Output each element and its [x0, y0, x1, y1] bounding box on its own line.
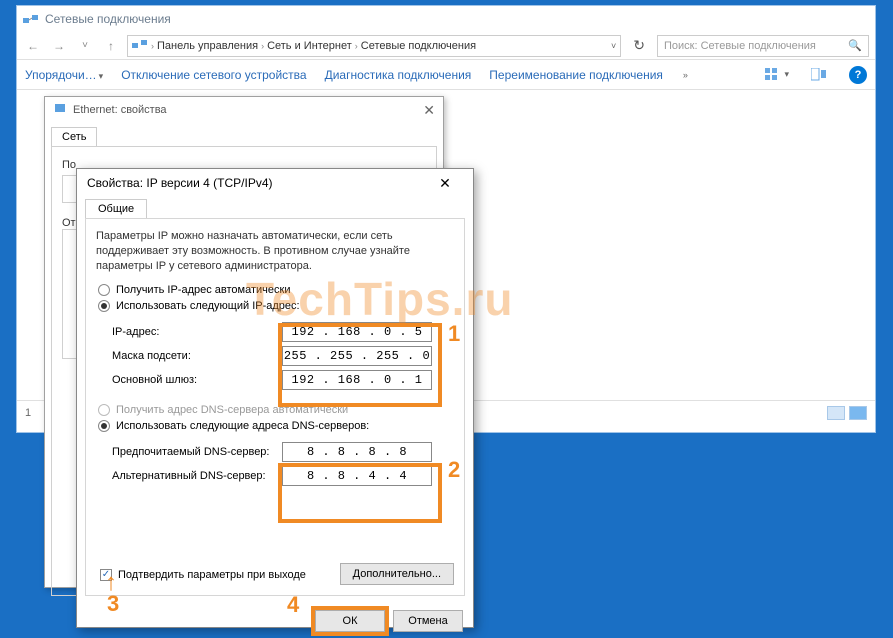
radio-use-ip[interactable]: Использовать следующий IP-адрес:: [98, 300, 454, 312]
search-placeholder: Поиск: Сетевые подключения: [664, 40, 816, 52]
cmd-overflow-icon[interactable]: »: [683, 70, 688, 80]
ipv4-panel: Параметры IP можно назначать автоматичес…: [85, 218, 465, 596]
view-large-icon[interactable]: [849, 406, 867, 420]
ip-address-label: IP-адрес:: [112, 326, 282, 338]
gateway-label: Основной шлюз:: [112, 374, 282, 386]
radio-obtain-ip-auto[interactable]: Получить IP-адрес автоматически: [98, 284, 454, 296]
ip-address-input[interactable]: 192 . 168 . 0 . 5: [282, 322, 432, 342]
tab-network[interactable]: Сеть: [51, 127, 97, 146]
subnet-mask-label: Маска подсети:: [112, 350, 282, 362]
network-connections-icon: [23, 12, 39, 26]
nav-up-icon[interactable]: ↑: [101, 36, 121, 56]
nav-forward-icon[interactable]: →: [49, 36, 69, 56]
explorer-titlebar: Сетевые подключения: [17, 6, 875, 32]
radio-icon: [98, 404, 110, 416]
radio-obtain-dns-auto: Получить адрес DNS-сервера автоматически: [98, 404, 454, 416]
gateway-input[interactable]: 192 . 168 . 0 . 1: [282, 370, 432, 390]
view-details-icon[interactable]: [827, 406, 845, 420]
ethernet-dialog-title: Ethernet: свойства: [73, 104, 167, 116]
nav-back-icon[interactable]: ←: [23, 36, 43, 56]
search-input[interactable]: Поиск: Сетевые подключения 🔍: [657, 35, 869, 57]
network-connections-icon: [132, 37, 148, 54]
alternate-dns-label: Альтернативный DNS-сервер:: [112, 470, 282, 482]
ipv4-dialog-title: Свойства: IP версии 4 (TCP/IPv4): [87, 176, 273, 190]
ethernet-dialog-titlebar: Ethernet: свойства ✕: [45, 97, 443, 123]
breadcrumb-item[interactable]: Сетевые подключения: [361, 40, 476, 52]
explorer-title: Сетевые подключения: [45, 12, 171, 26]
breadcrumb-item[interactable]: Сеть и Интернет: [267, 40, 352, 52]
cmd-disable-device[interactable]: Отключение сетевого устройства: [121, 68, 306, 82]
ipv4-properties-dialog: Свойства: IP версии 4 (TCP/IPv4) ✕ Общие…: [76, 168, 474, 628]
ipv4-titlebar: Свойства: IP версии 4 (TCP/IPv4) ✕: [77, 169, 473, 197]
alternate-dns-input[interactable]: 8 . 8 . 4 . 4: [282, 466, 432, 486]
radio-icon: [98, 284, 110, 296]
status-item-count: 1: [25, 407, 31, 419]
close-icon[interactable]: ✕: [423, 102, 435, 119]
cmd-organize[interactable]: Упорядочи…▾: [25, 68, 103, 82]
address-bar: ← → ˅ ↑ › Панель управления › Сеть и Инт…: [17, 32, 875, 60]
advanced-button[interactable]: Дополнительно...: [340, 563, 454, 585]
radio-use-dns[interactable]: Использовать следующие адреса DNS-сервер…: [98, 420, 454, 432]
breadcrumb-item[interactable]: Панель управления: [157, 40, 258, 52]
ok-button[interactable]: ОК: [315, 610, 385, 632]
dialog-buttons: ОК Отмена: [77, 604, 473, 638]
radio-icon: [98, 420, 110, 432]
validate-on-exit-checkbox[interactable]: ✓ Подтвердить параметры при выходе: [100, 569, 306, 581]
nav-recent-icon[interactable]: ˅: [75, 36, 95, 56]
checkbox-icon: ✓: [100, 569, 112, 581]
subnet-mask-input[interactable]: 255 . 255 . 255 . 0: [282, 346, 432, 366]
cancel-button[interactable]: Отмена: [393, 610, 463, 632]
help-icon[interactable]: ?: [849, 66, 867, 84]
cmd-rename[interactable]: Переименование подключения: [489, 68, 663, 82]
view-layout-icon[interactable]: ▾: [765, 65, 789, 85]
search-icon: 🔍: [848, 39, 862, 52]
tab-general[interactable]: Общие: [85, 199, 147, 218]
radio-icon: [98, 300, 110, 312]
close-icon[interactable]: ✕: [427, 172, 463, 194]
cmd-diagnose[interactable]: Диагностика подключения: [325, 68, 472, 82]
breadcrumb[interactable]: › Панель управления › Сеть и Интернет › …: [127, 35, 621, 57]
preferred-dns-input[interactable]: 8 . 8 . 8 . 8: [282, 442, 432, 462]
refresh-icon[interactable]: ↻: [627, 37, 651, 54]
preferred-dns-label: Предпочитаемый DNS-сервер:: [112, 446, 282, 458]
command-bar: Упорядочи…▾ Отключение сетевого устройст…: [17, 60, 875, 90]
ethernet-icon: [53, 102, 67, 119]
view-preview-icon[interactable]: [807, 65, 831, 85]
ipv4-paragraph: Параметры IP можно назначать автоматичес…: [96, 229, 454, 274]
